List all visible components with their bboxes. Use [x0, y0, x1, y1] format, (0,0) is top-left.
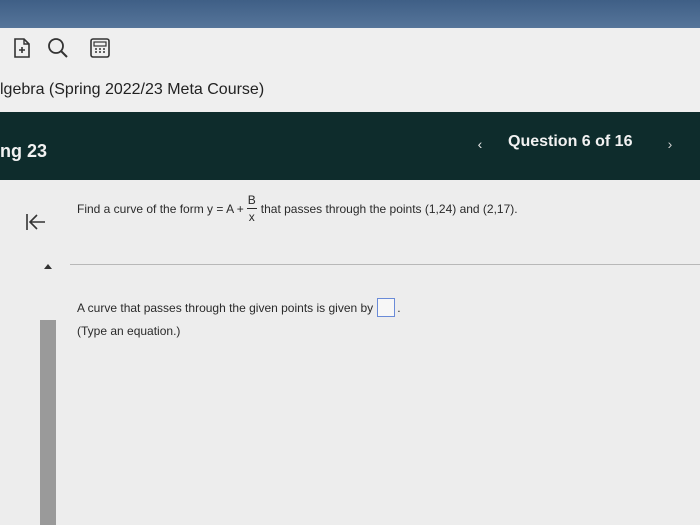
- collapse-arrow-icon[interactable]: [44, 264, 52, 269]
- course-bar: lgebra (Spring 2022/23 Meta Course): [0, 68, 700, 112]
- answer-input[interactable]: [377, 298, 396, 317]
- fraction: B x: [246, 193, 257, 224]
- answer-prompt: A curve that passes through the given po…: [77, 300, 374, 315]
- question-header: ng 23 ‹ Question 6 of 16 ›: [0, 112, 700, 180]
- previous-question-button[interactable]: ‹: [470, 136, 490, 152]
- search-icon[interactable]: [46, 36, 70, 60]
- window-top-strip: [0, 0, 700, 28]
- left-scroll-rail[interactable]: [40, 320, 56, 525]
- toolbar: [0, 28, 700, 68]
- fraction-numerator: B: [247, 193, 256, 207]
- answer-hint: (Type an equation.): [77, 324, 181, 338]
- problem-text-after: that passes through the points (1,24) an…: [260, 201, 518, 216]
- answer-line: A curve that passes through the given po…: [77, 298, 401, 317]
- problem-statement: Find a curve of the form y = A + B x tha…: [77, 194, 518, 223]
- document-plus-icon[interactable]: [10, 36, 34, 60]
- answer-period: .: [397, 300, 401, 315]
- fraction-denominator: x: [248, 210, 255, 224]
- next-question-button[interactable]: ›: [660, 136, 680, 152]
- question-counter[interactable]: Question 6 of 16: [508, 133, 632, 151]
- back-to-start-icon[interactable]: [24, 210, 48, 234]
- assignment-title: ng 23: [0, 141, 48, 161]
- course-title: lgebra (Spring 2022/23 Meta Course): [0, 81, 265, 98]
- question-content: Find a curve of the form y = A + B x tha…: [0, 180, 700, 525]
- problem-text-before: Find a curve of the form y = A +: [77, 201, 244, 216]
- section-divider: [70, 264, 700, 265]
- calculator-icon[interactable]: [88, 36, 112, 60]
